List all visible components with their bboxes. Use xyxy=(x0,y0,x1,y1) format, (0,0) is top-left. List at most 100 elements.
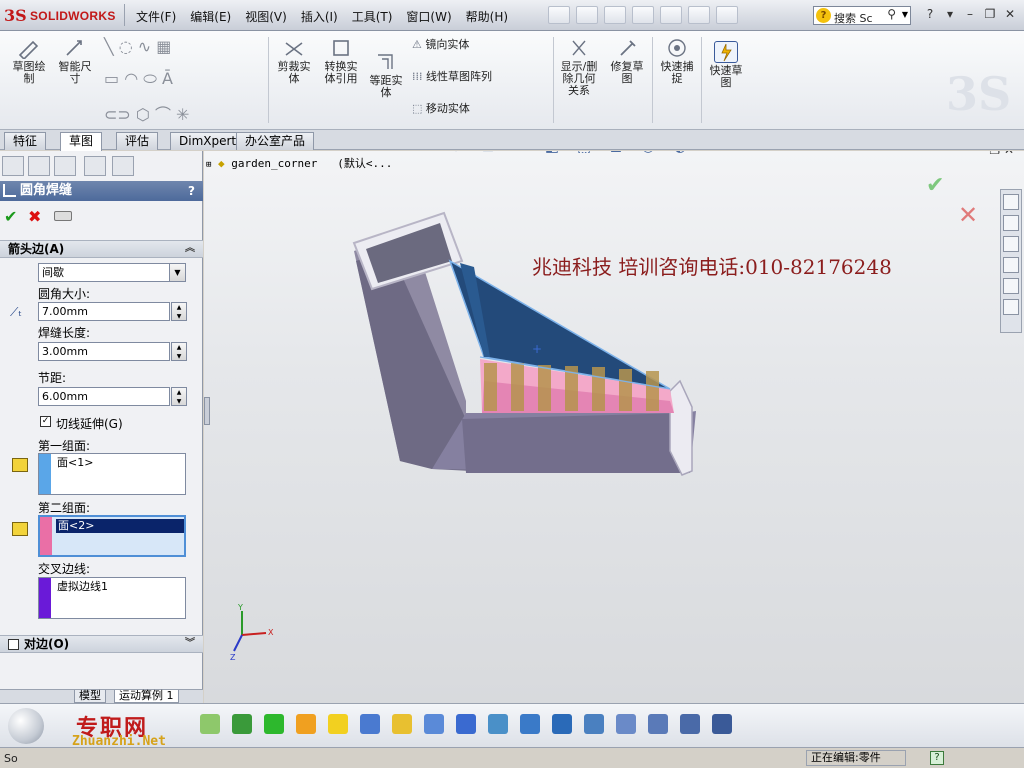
display-manager-icon[interactable] xyxy=(112,156,134,176)
other-side-checkbox[interactable] xyxy=(8,639,19,650)
status-help-button[interactable]: ? xyxy=(930,751,944,765)
slot-icon[interactable]: ⊂⊃ ⬡ ⌒ ✳ xyxy=(104,101,189,125)
confirm-cancel-icon[interactable]: ✕ xyxy=(958,201,978,229)
axis-icon[interactable] xyxy=(232,714,252,734)
chevron-down-icon[interactable]: ︾ xyxy=(185,636,195,652)
chevron-down-icon[interactable]: ▼ xyxy=(169,264,185,281)
gusset-icon[interactable] xyxy=(360,714,380,734)
solidworks-logo[interactable]: 3S SOLIDWORKS xyxy=(4,6,116,26)
second-face-list[interactable]: 面<2> xyxy=(38,515,186,557)
weld-type-select[interactable]: 间歇 ▼ xyxy=(38,263,186,282)
close-button[interactable]: ✕ xyxy=(1000,7,1020,21)
weld-length-stepper[interactable]: ▲ ▼ xyxy=(171,342,187,361)
weld-length-input[interactable]: 3.00mm ▲ ▼ xyxy=(38,342,187,361)
feature-tree-icon[interactable] xyxy=(2,156,24,176)
first-face-item[interactable]: 面<1> xyxy=(55,456,95,470)
tab-features[interactable]: 特征 xyxy=(4,132,47,150)
chevron-up-icon[interactable]: ︽ xyxy=(185,241,195,257)
undo-button[interactable] xyxy=(660,6,682,24)
point-icon[interactable] xyxy=(200,714,220,734)
help-button[interactable]: ? xyxy=(920,7,940,21)
structural-member-icon[interactable] xyxy=(264,714,284,734)
fillet-size-input[interactable]: 7.00mm ▲ ▼ xyxy=(38,302,187,321)
chamfer-icon[interactable] xyxy=(616,714,636,734)
mirror-entities-button[interactable]: ⚠ 镜向实体 xyxy=(412,39,532,51)
help-dropdown-button[interactable]: ▾ xyxy=(940,7,960,21)
graphics-area[interactable]: ⊕ ⊞ ↺ ◧ ⬚ ◼ ◉ ◐ ▭ – ❐ ✕ ⊞ ◆ garden_corne… xyxy=(204,151,1024,703)
options-button[interactable] xyxy=(716,6,738,24)
hole-icon[interactable] xyxy=(648,714,668,734)
cut-list-icon[interactable] xyxy=(424,714,444,734)
display-relations-button[interactable]: 显示/删 除几何 关系 xyxy=(557,37,601,97)
model-view[interactable]: + xyxy=(204,151,1024,703)
section-other-side[interactable]: 对边(O) ︾ xyxy=(0,635,203,653)
fillet-size-stepper[interactable]: ▲ ▼ xyxy=(171,302,187,321)
open-file-button[interactable] xyxy=(576,6,598,24)
menu-help[interactable]: 帮助(H) xyxy=(466,8,508,25)
convert-entities-button[interactable]: 转换实 体引用 xyxy=(318,37,364,85)
view-palette-icon[interactable] xyxy=(1003,257,1019,273)
configuration-manager-icon[interactable] xyxy=(54,156,76,176)
new-file-button[interactable] xyxy=(548,6,570,24)
section-arrow-side[interactable]: 箭头边(A) ︽ xyxy=(0,240,203,258)
repair-sketch-button[interactable]: 修复草 图 xyxy=(605,37,649,85)
tab-sketch[interactable]: 草图 xyxy=(60,132,103,151)
cancel-button[interactable]: ✖ xyxy=(28,207,41,226)
intersect-edges-item[interactable]: 虚拟边线1 xyxy=(55,580,110,594)
menu-insert[interactable]: 插入(I) xyxy=(301,8,338,25)
search-input[interactable]: 搜索 Sc xyxy=(834,10,873,26)
split-line-icon[interactable] xyxy=(456,714,476,734)
tab-office-products[interactable]: 办公室产品 xyxy=(236,132,315,150)
dimxpert-manager-icon[interactable] xyxy=(84,156,106,176)
intersect-edges-list[interactable]: 虚拟边线1 xyxy=(38,577,186,619)
reference-plane-icon[interactable] xyxy=(488,714,508,734)
menu-window[interactable]: 窗口(W) xyxy=(406,8,451,25)
coordinate-system-icon[interactable] xyxy=(520,714,540,734)
fillet-icon[interactable] xyxy=(584,714,604,734)
weld-bead-icon[interactable] xyxy=(392,714,412,734)
menu-edit[interactable]: 编辑(E) xyxy=(190,8,231,25)
home-icon[interactable] xyxy=(1003,194,1019,210)
tab-dimxpert[interactable]: DimXpert xyxy=(170,132,246,150)
file-explorer-icon[interactable] xyxy=(1003,236,1019,252)
menu-file[interactable]: 文件(F) xyxy=(136,8,176,25)
move-entities-button[interactable]: ⬚ 移动实体 xyxy=(412,103,532,115)
menu-view[interactable]: 视图(V) xyxy=(245,8,287,25)
trim-extend-icon[interactable] xyxy=(296,714,316,734)
line-icon[interactable]: ╲ ◌ ∿ ▦ xyxy=(104,37,171,56)
rapid-sketch-button[interactable]: 快速草 图 xyxy=(705,41,747,89)
property-manager-icon[interactable] xyxy=(28,156,50,176)
offset-entities-button[interactable]: 等距实 体 xyxy=(366,51,406,99)
rectangle-icon[interactable]: ▭ ◠ ⬭ Ā xyxy=(104,69,173,89)
chevron-down-icon[interactable]: ▼ xyxy=(902,10,908,19)
appearances-icon[interactable] xyxy=(1003,278,1019,294)
rebuild-button[interactable] xyxy=(688,6,710,24)
tab-evaluate[interactable]: 评估 xyxy=(116,132,159,150)
quick-snaps-button[interactable]: 快速捕 捉 xyxy=(655,37,699,85)
more-tools-icon[interactable] xyxy=(712,714,732,734)
design-library-icon[interactable] xyxy=(1003,215,1019,231)
magnifier-icon[interactable]: ⚲ xyxy=(887,7,896,21)
note-icon[interactable] xyxy=(680,714,700,734)
second-face-item[interactable]: 面<2> xyxy=(56,519,184,533)
linear-pattern-button[interactable]: ⁞⁞⁞ 线性草图阵列 xyxy=(412,71,544,83)
pin-icon[interactable] xyxy=(54,211,72,221)
move-face-icon[interactable] xyxy=(552,714,572,734)
end-cap-icon[interactable] xyxy=(328,714,348,734)
search-box[interactable]: ? 搜索 Sc ⚲ ▼ xyxy=(813,6,911,25)
sketch-button[interactable]: 草图绘 制 xyxy=(6,37,52,85)
smart-dimension-button[interactable]: 智能尺 寸 xyxy=(54,37,96,85)
minimize-button[interactable]: – xyxy=(960,7,980,21)
first-face-list[interactable]: 面<1> xyxy=(38,453,186,495)
save-button[interactable] xyxy=(604,6,626,24)
tangent-propagation-checkbox[interactable]: ✓ xyxy=(40,416,51,427)
tab-motion-study[interactable]: 运动算例 1 xyxy=(114,690,179,703)
menu-tools[interactable]: 工具(T) xyxy=(352,8,393,25)
help-button[interactable]: ? xyxy=(188,181,195,201)
trim-entities-button[interactable]: 剪裁实 体 xyxy=(272,37,316,85)
pitch-stepper[interactable]: ▲ ▼ xyxy=(171,387,187,406)
ok-button[interactable]: ✔ xyxy=(4,207,17,226)
tab-model[interactable]: 模型 xyxy=(74,690,106,703)
print-button[interactable] xyxy=(632,6,654,24)
custom-properties-icon[interactable] xyxy=(1003,299,1019,315)
